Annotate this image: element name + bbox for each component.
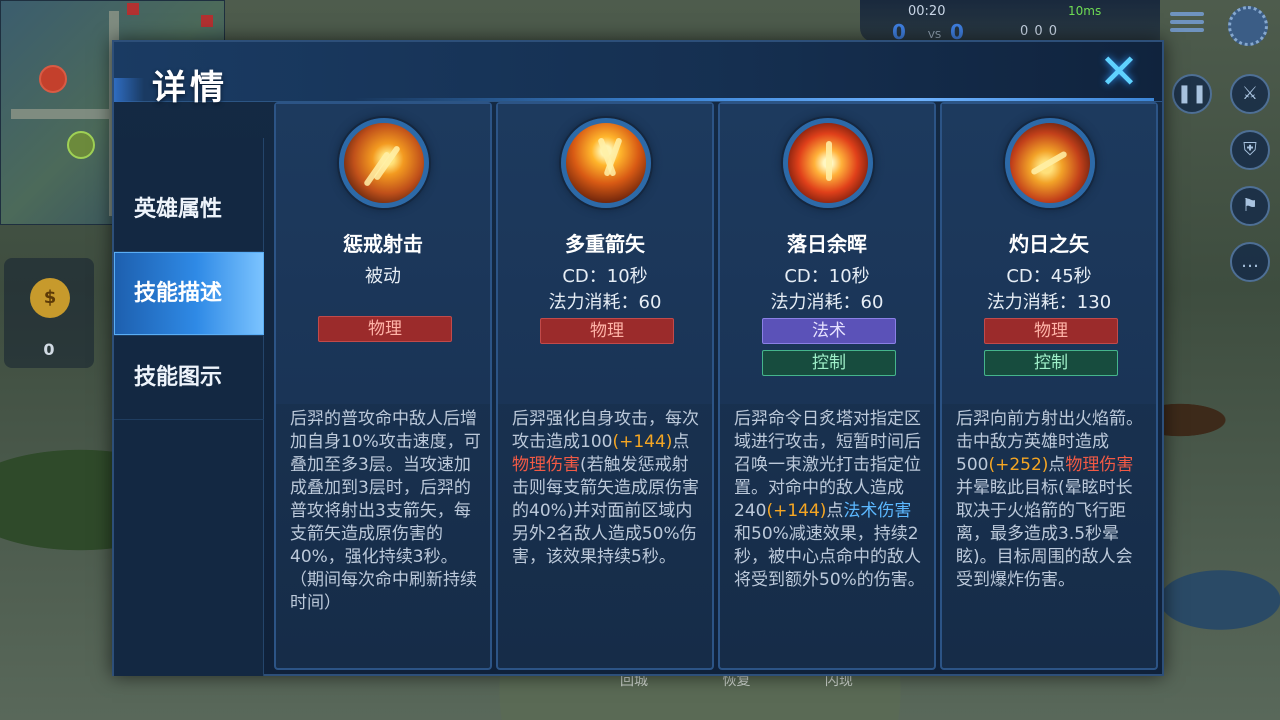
description-text: 点	[672, 432, 690, 452]
dialog-title: 详情	[152, 68, 228, 108]
description-text: 后羿的普攻命中敌人后增加自身10%攻击速度，可叠加至多3层。当攻速加成叠加到3层…	[290, 409, 481, 613]
skill-name: 灼日之矢	[1009, 232, 1089, 256]
highlighted-value: 物理伤害	[1065, 455, 1134, 475]
flag-icon[interactable]: ⚑	[1230, 186, 1270, 226]
highlighted-value: 法术伤害	[843, 501, 912, 521]
description-text: 点	[826, 501, 844, 521]
skill-name: 惩戒射击	[343, 232, 423, 256]
tab-skill-description[interactable]: 技能描述	[114, 252, 264, 336]
skill-cooldown: CD：45秒	[1006, 266, 1092, 287]
skill-card-4: 灼日之矢 CD：45秒 法力消耗：130 物理 控制 后羿向前方射出火焰箭。击中…	[940, 102, 1158, 670]
chat-icon[interactable]: …	[1230, 242, 1270, 282]
title-decoration	[114, 78, 144, 102]
skill-card-2: 多重箭矢 CD：10秒 法力消耗：60 物理 后羿强化自身攻击，每次攻击造成10…	[496, 102, 714, 670]
description-text: 并晕眩此目标(晕眩时长取决于火焰箭的飞行距离，最多造成3.5秒晕眩)。目标周围的…	[956, 478, 1133, 590]
skill-card-3: 落日余晖 CD：10秒 法力消耗：60 法术 控制 后羿命令日炙塔对指定区域进行…	[718, 102, 936, 670]
highlighted-value: 物理伤害	[512, 455, 580, 475]
tab-skill-diagram[interactable]: 技能图示	[114, 336, 264, 420]
attack-sword-icon[interactable]: ⚔	[1230, 74, 1270, 114]
skill-mana-cost: 法力消耗：60	[770, 292, 884, 313]
damage-type-tag: 法术	[762, 318, 896, 344]
tab-label: 技能描述	[134, 281, 223, 306]
minimap-tower-icon	[201, 15, 213, 27]
ping-indicator: 10ms	[1068, 4, 1102, 18]
top-status-bar: 00:20 10ms 0 VS 0 0 0 0	[860, 0, 1160, 44]
skill-mana-cost: 法力消耗：60	[548, 292, 662, 313]
tab-hero-attributes[interactable]: 英雄属性	[114, 168, 264, 252]
gold-bag-icon: $	[30, 278, 70, 318]
skill-mana-cost: 法力消耗：130	[986, 292, 1112, 313]
details-dialog: 详情 ✕ 英雄属性 技能描述 技能图示 惩戒射击 被动 物理 后羿的普攻命中敌人…	[112, 40, 1164, 676]
skill-description: 后羿的普攻命中敌人后增加自身10%攻击速度，可叠加至多3层。当攻速加成叠加到3层…	[290, 408, 482, 615]
match-timer: 00:20	[908, 4, 946, 19]
skill-description: 后羿强化自身攻击，每次攻击造成100(+144)点物理伤害(若触发惩戒射击则每支…	[512, 408, 704, 569]
skill-card-1: 惩戒射击 被动 物理 后羿的普攻命中敌人后增加自身10%攻击速度，可叠加至多3层…	[274, 102, 492, 670]
minimap-tower-icon	[127, 3, 139, 15]
skill-cooldown: CD：10秒	[562, 266, 648, 287]
pause-icon[interactable]: ❚❚	[1172, 74, 1212, 114]
details-sidebar: 英雄属性 技能描述 技能图示	[114, 138, 264, 676]
description-text: 点	[1048, 455, 1066, 475]
damage-type-tag: 物理	[984, 318, 1118, 344]
skill-name: 落日余晖	[787, 232, 867, 256]
control-tag: 控制	[762, 350, 896, 376]
description-text: 和50%减速效果，持续2秒，被中心点命中的敌人将受到额外50%的伤害。	[734, 524, 925, 590]
dialog-header: 详情 ✕	[114, 42, 1162, 108]
tab-label: 英雄属性	[134, 197, 223, 222]
skill-description: 后羿向前方射出火焰箭。击中敌方英雄时造成500(+252)点物理伤害并晕眩此目标…	[956, 408, 1148, 592]
scorching-arrow-skill-icon	[1005, 118, 1095, 208]
multi-arrow-skill-icon	[561, 118, 651, 208]
skill-name: 多重箭矢	[565, 232, 645, 256]
minimap-ally-hero-icon	[67, 131, 95, 159]
tab-label: 技能图示	[134, 365, 223, 390]
skill-cooldown: CD：10秒	[784, 266, 870, 287]
damage-type-tag: 物理	[540, 318, 674, 344]
skill-description: 后羿命令日炙塔对指定区域进行攻击，短暂时间后召唤一束激光打击指定位置。对命中的敌…	[734, 408, 926, 592]
gear-icon[interactable]	[1228, 6, 1268, 46]
header-glow-strip	[354, 98, 1154, 101]
minimap-enemy-hero-icon	[39, 65, 67, 93]
passive-skill-icon	[339, 118, 429, 208]
shield-icon[interactable]: ⛨	[1230, 130, 1270, 170]
sunset-skill-icon	[783, 118, 873, 208]
highlighted-value: (+144)	[612, 432, 673, 452]
shop-gold-panel[interactable]: $ 0	[4, 258, 94, 368]
control-tag: 控制	[984, 350, 1118, 376]
skill-cards: 惩戒射击 被动 物理 后羿的普攻命中敌人后增加自身10%攻击速度，可叠加至多3层…	[274, 102, 1162, 672]
menu-icon[interactable]	[1170, 8, 1204, 38]
highlighted-value: (+252)	[988, 455, 1049, 475]
skill-meta-line1: 被动	[365, 266, 401, 287]
highlighted-value: (+144)	[766, 501, 827, 521]
damage-type-tag: 物理	[318, 316, 452, 342]
gold-amount: 0	[43, 340, 55, 359]
close-button[interactable]: ✕	[1082, 44, 1156, 100]
kda-readout: 0 0 0	[1020, 24, 1059, 39]
